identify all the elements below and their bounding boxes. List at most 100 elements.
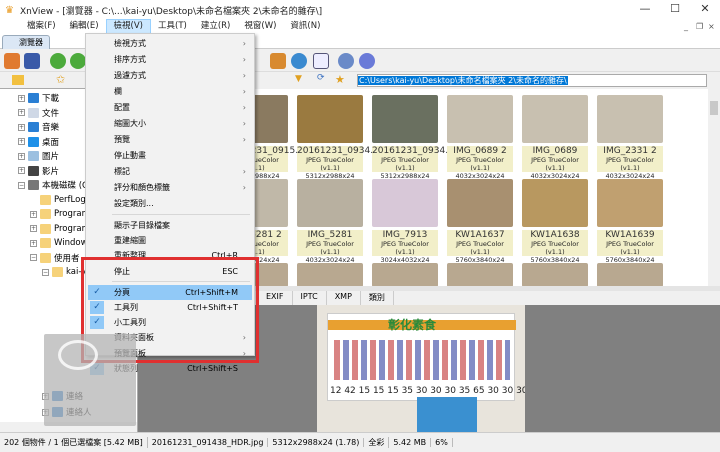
expand-toggle[interactable]: −	[42, 268, 49, 276]
menu-item[interactable]: 預覽 ›	[88, 132, 252, 147]
thumbnail-label: 20161231_0934... JPEG TrueColor (v1.1) 531…	[372, 146, 454, 180]
info-icon[interactable]	[359, 53, 375, 69]
tree-item[interactable]: + 圖片	[18, 149, 59, 163]
close-button[interactable]: ✕	[690, 2, 720, 15]
scrollbar-thumb[interactable]	[710, 101, 718, 115]
tree-item[interactable]: + 下載	[18, 91, 59, 105]
expand-toggle[interactable]: +	[30, 239, 37, 247]
menu-item[interactable]: 顯示子目錄檔案	[88, 218, 252, 233]
submenu-arrow-icon: ›	[242, 71, 246, 80]
slideshow-icon[interactable]	[270, 53, 286, 69]
menu-6[interactable]: 資訊(N)	[283, 20, 327, 33]
info-tab[interactable]: EXIF	[258, 291, 293, 305]
filter-icon[interactable]: ▼	[295, 74, 302, 84]
thumbnail-image[interactable]	[372, 263, 438, 286]
thumbnail-image[interactable]	[597, 263, 663, 286]
menu-item[interactable]: 停止動畫	[88, 148, 252, 163]
address-value: C:\Users\kai-yu\Desktop\未命名檔案夾 2\未命名的雜存\	[358, 76, 568, 85]
rotate-right-icon[interactable]	[70, 53, 86, 69]
menu-5[interactable]: 視窗(W)	[237, 20, 283, 33]
thumbnail-label: 20161231_0934... JPEG TrueColor (v1.1) 531…	[297, 146, 379, 180]
image-icon[interactable]	[4, 53, 20, 69]
menu-item[interactable]: 縮圖大小 ›	[88, 116, 252, 131]
expand-toggle[interactable]: +	[18, 152, 25, 160]
thumbnail[interactable]: IMG_0689 2 JPEG TrueColor (v1.1) 4032x3024…	[447, 95, 513, 180]
menu-item[interactable]: 排序方式 ›	[88, 52, 252, 67]
mdi-close-button[interactable]: ×	[708, 22, 715, 31]
mdi-minimize-button[interactable]: _	[684, 22, 688, 31]
thumbnail[interactable]: KW1A1638 JPEG TrueColor (v1.1) 5760x3840x2…	[522, 179, 588, 264]
thumbnail[interactable]: IMG_5281 JPEG TrueColor (v1.1) 4032x3024x2…	[297, 179, 363, 264]
submenu-arrow-icon: ›	[242, 103, 246, 112]
thumbnail[interactable]: KW1A1639 JPEG TrueColor (v1.1) 5760x3840x2…	[597, 179, 663, 264]
tree-item[interactable]: − 本機磁碟 (C:)	[18, 178, 94, 192]
expand-toggle[interactable]: −	[18, 181, 25, 189]
thumbnail-name: IMG_0689 2	[453, 146, 507, 156]
mdi-restore-button[interactable]: ❐	[696, 22, 703, 31]
fullscreen-icon[interactable]	[24, 53, 40, 69]
expand-toggle[interactable]: +	[18, 109, 25, 116]
maximize-button[interactable]: ☐	[660, 2, 690, 15]
address-input[interactable]: C:\Users\kai-yu\Desktop\未命名檔案夾 2\未命名的雜存\	[357, 74, 707, 87]
tree-item[interactable]: + Windows	[30, 236, 92, 250]
folders-tab-icon[interactable]	[12, 75, 24, 85]
grid-icon[interactable]	[313, 53, 329, 69]
tab-browser[interactable]: 瀏覽器	[2, 35, 50, 49]
menu-item[interactable]: 檢視方式 ›	[88, 36, 252, 51]
expand-toggle[interactable]: −	[30, 254, 37, 261]
menu-item[interactable]: 欄 ›	[88, 84, 252, 99]
menu-4[interactable]: 建立(R)	[194, 20, 238, 33]
menu-1[interactable]: 編輯(E)	[63, 20, 106, 33]
menu-item[interactable]: 設定類別...	[88, 196, 252, 211]
menu-item[interactable]: 過濾方式 ›	[88, 68, 252, 83]
thumbnail[interactable]: KW1A1637 JPEG TrueColor (v1.1) 5760x3840x2…	[447, 179, 513, 264]
info-tab[interactable]: IPTC	[293, 291, 327, 305]
favorites-tab-icon[interactable]: ✩	[56, 73, 65, 86]
tree-item[interactable]: + 桌面	[18, 135, 59, 149]
thumbnail-image	[597, 95, 663, 143]
item-icon	[28, 180, 39, 190]
tree-item[interactable]: + 音樂	[18, 120, 59, 134]
thumbnail[interactable]: 20161231_0934... JPEG TrueColor (v1.1) 531…	[297, 95, 379, 180]
web-icon[interactable]	[291, 53, 307, 69]
menu-item[interactable]: 配置 ›	[88, 100, 252, 115]
refresh-icon[interactable]: ⟳	[317, 73, 325, 83]
rotate-left-icon[interactable]	[50, 53, 66, 69]
expand-toggle[interactable]: +	[18, 138, 25, 145]
menu-0[interactable]: 檔案(F)	[20, 20, 63, 33]
expand-toggle[interactable]: +	[18, 123, 25, 131]
tree-item[interactable]: + 影片	[18, 164, 59, 178]
thumbnail[interactable]: IMG_7913 JPEG TrueColor (v1.1) 3024x4032x2…	[372, 179, 438, 264]
info-tab[interactable]: XMP	[327, 291, 361, 305]
thumbnail-name: IMG_2331 2	[603, 146, 657, 156]
thumbnail-format: JPEG TrueColor (v1.1)	[606, 156, 654, 172]
thumbnail-image[interactable]	[522, 263, 588, 286]
tree-item-label: 圖片	[42, 152, 60, 162]
favorites-icon[interactable]: ★	[335, 73, 345, 86]
minimize-button[interactable]: —	[630, 2, 660, 15]
thumbnail-format: JPEG TrueColor (v1.1)	[456, 156, 504, 172]
menu-item[interactable]: 評分和顏色標籤 ›	[88, 180, 252, 195]
thumbnail-name: 20161231_0934...	[297, 146, 379, 156]
thumbnail-image[interactable]	[297, 263, 363, 286]
info-tab[interactable]: 類別	[361, 291, 394, 305]
tree-item[interactable]: +PerfLogs	[30, 193, 90, 207]
thumbnail-name: IMG_5281	[307, 230, 353, 240]
thumbnail-label: IMG_0689 2 JPEG TrueColor (v1.1) 4032x3024…	[447, 146, 513, 180]
tree-item[interactable]: + 文件	[18, 106, 59, 120]
menu-2[interactable]: 檢視(V)	[105, 19, 151, 34]
menu-3[interactable]: 工具(T)	[151, 20, 194, 33]
thumbnail-image[interactable]	[447, 263, 513, 286]
expand-toggle[interactable]: +	[18, 94, 25, 102]
menu-item[interactable]: 標記 ›	[88, 164, 252, 179]
settings-icon[interactable]	[338, 53, 354, 69]
menu-item[interactable]: 重建縮圖	[88, 233, 252, 248]
thumbnail[interactable]: IMG_2331 2 JPEG TrueColor (v1.1) 4032x3024…	[597, 95, 663, 180]
expand-toggle[interactable]: +	[18, 167, 25, 174]
expand-toggle[interactable]: +	[30, 210, 37, 218]
expand-toggle[interactable]: +	[30, 225, 37, 232]
vertical-scrollbar[interactable]	[708, 89, 720, 286]
tree-item[interactable]: − 使用者	[30, 251, 80, 265]
thumbnail[interactable]: IMG_0689 JPEG TrueColor (v1.1) 4032x3024x2…	[522, 95, 588, 180]
thumbnail[interactable]: 20161231_0934... JPEG TrueColor (v1.1) 531…	[372, 95, 454, 180]
